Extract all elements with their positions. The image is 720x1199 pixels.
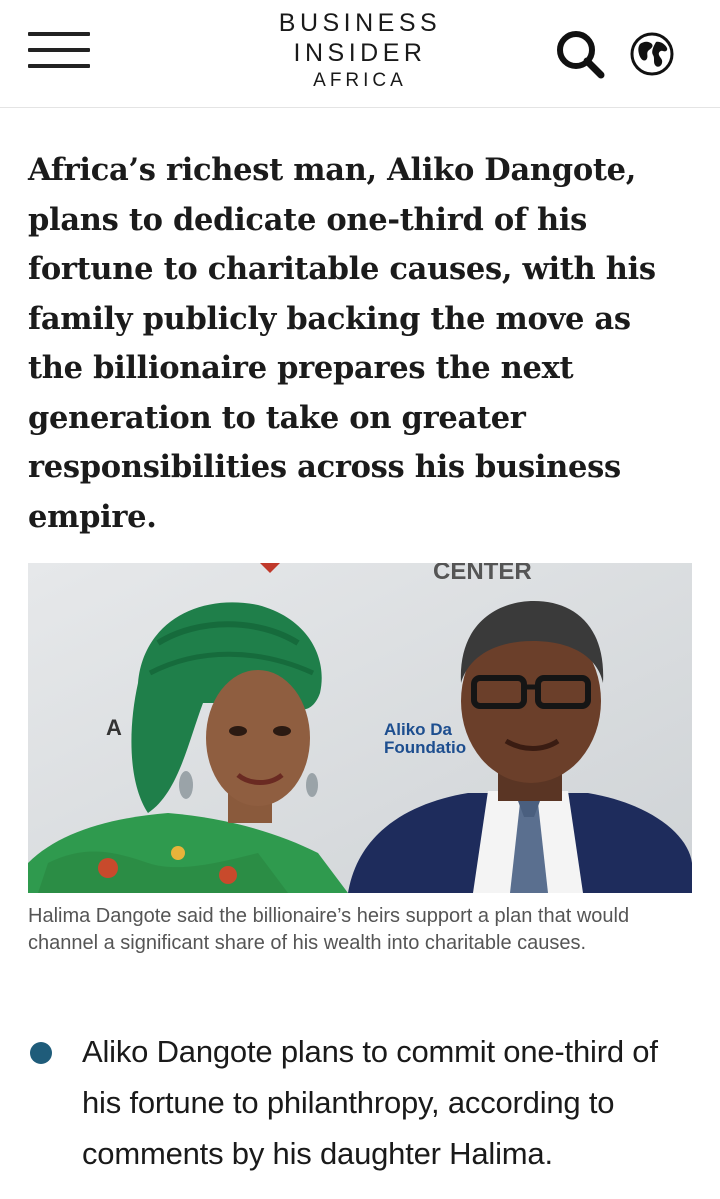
key-point-bullet: Aliko Dangote plans to commit one-third … bbox=[82, 1034, 658, 1171]
logo-line-africa: AFRICA bbox=[313, 70, 407, 91]
logo-line-insider: INSIDER bbox=[293, 39, 427, 67]
backdrop-center-text: CENTER bbox=[433, 563, 532, 585]
site-logo[interactable]: BUSINESS INSIDER AFRICA bbox=[230, 8, 490, 94]
globe-icon[interactable] bbox=[628, 30, 676, 78]
photo-caption: Halima Dangote said the billionaire’s he… bbox=[28, 905, 630, 954]
search-icon[interactable] bbox=[552, 26, 608, 82]
article-headline: Africa’s richest man, Aliko Dangote, pla… bbox=[28, 152, 656, 535]
foundation-logo-line1: Aliko Da bbox=[384, 720, 453, 739]
bullet-dot-icon bbox=[30, 1042, 52, 1064]
foundation-logo-line2: Foundatio bbox=[384, 738, 466, 757]
hamburger-menu-icon[interactable] bbox=[28, 30, 92, 72]
site-header: BUSINESS INSIDER AFRICA bbox=[0, 0, 720, 108]
article-photo: CENTER A Aliko Da Foundatio bbox=[28, 563, 692, 893]
logo-line-business: BUSINESS bbox=[278, 9, 442, 37]
backdrop-letter-text: A bbox=[106, 715, 122, 740]
